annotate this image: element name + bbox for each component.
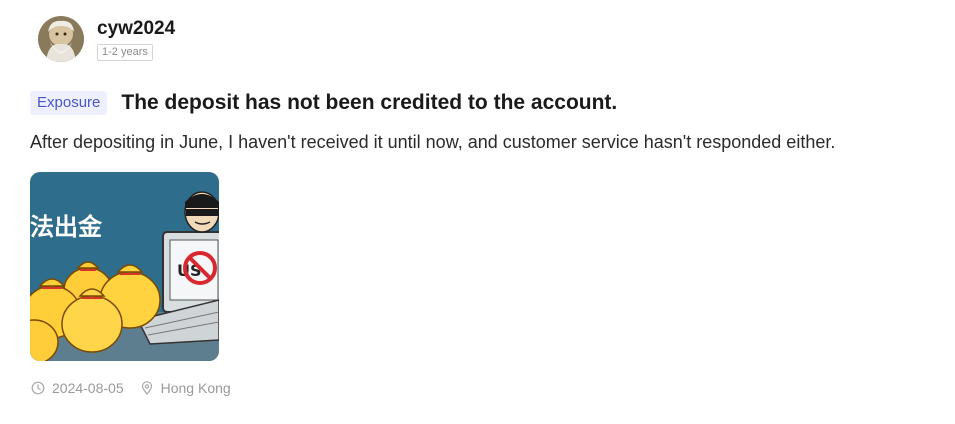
post-location[interactable]: Hong Kong — [161, 380, 231, 396]
clock-icon — [31, 381, 45, 395]
tenure-badge: 1-2 years — [97, 43, 153, 61]
avatar[interactable] — [38, 16, 84, 62]
post-title-row: Exposure The deposit has not been credit… — [30, 91, 617, 115]
category-tag[interactable]: Exposure — [30, 91, 108, 115]
image-caption: 法出金 — [30, 213, 103, 241]
username[interactable]: cyw2024 — [97, 18, 175, 40]
location-group: Hong Kong — [140, 380, 231, 396]
post-date: 2024-08-05 — [52, 380, 124, 396]
post-title[interactable]: The deposit has not been credited to the… — [121, 91, 617, 115]
post-body: After depositing in June, I haven't rece… — [30, 132, 836, 152]
post-image[interactable]: 法出金 US — [30, 172, 219, 361]
post-footer: 2024-08-05 Hong Kong — [31, 380, 231, 396]
post-header: cyw2024 1-2 years — [38, 16, 175, 62]
location-pin-icon — [140, 381, 154, 395]
user-meta: cyw2024 1-2 years — [97, 18, 175, 61]
